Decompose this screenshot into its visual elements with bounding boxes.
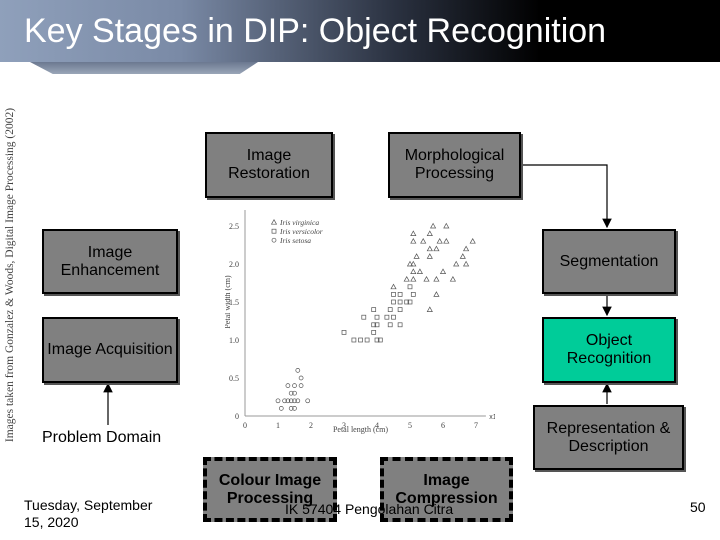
stage-image-restoration[interactable]: Image Restoration: [205, 132, 333, 198]
page-number: 50: [690, 499, 706, 515]
stage-object-recognition[interactable]: Object Recognition: [542, 317, 676, 383]
problem-domain-label: Problem Domain: [42, 429, 162, 446]
footer-date: Tuesday, September 15, 2020: [24, 497, 153, 530]
stage-image-enhancement[interactable]: Image Enhancement: [42, 229, 178, 294]
footer-course: IK 57404 Pengolahan Citra: [285, 501, 454, 517]
stage-representation-description[interactable]: Representation & Description: [533, 405, 684, 470]
stage-morphological-processing[interactable]: Morphological Processing: [388, 132, 521, 198]
stage-image-acquisition[interactable]: Image Acquisition: [42, 317, 178, 383]
arrow-morph-to-segmentation: [521, 164, 612, 229]
stage-segmentation[interactable]: Segmentation: [542, 229, 676, 294]
